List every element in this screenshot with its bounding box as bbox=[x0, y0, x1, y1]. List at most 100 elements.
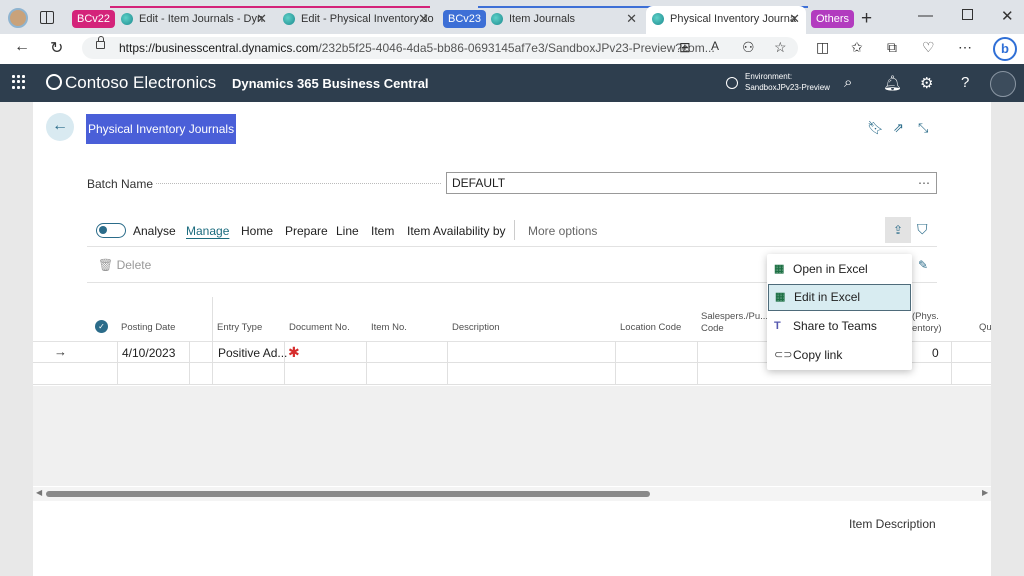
required-field-icon: ✱ bbox=[288, 344, 300, 360]
action-item[interactable]: Item bbox=[371, 224, 394, 238]
tab-close-icon[interactable]: ✕ bbox=[626, 6, 637, 32]
tab-physical-inventory-journals[interactable]: Physical Inventory Journa ✕ bbox=[646, 6, 806, 34]
analyse-toggle[interactable] bbox=[96, 223, 126, 238]
collections-icon[interactable]: ⧉ bbox=[887, 39, 897, 56]
empty-grid-area bbox=[33, 386, 991, 486]
col-document-no[interactable]: Document No. bbox=[289, 322, 350, 334]
cell-entry-type[interactable]: Positive Ad... bbox=[218, 346, 287, 360]
share-icon[interactable]: ⇪ bbox=[885, 217, 911, 243]
browser-essentials-icon[interactable]: ♡ bbox=[922, 39, 935, 56]
new-tab-icon[interactable]: + bbox=[861, 8, 872, 30]
col-description[interactable]: Description bbox=[452, 322, 500, 334]
col-qty-phys-inventory[interactable]: (Phys. entory) bbox=[912, 311, 942, 335]
open-new-window-icon[interactable]: ⇗ bbox=[893, 120, 904, 136]
app-launcher-icon[interactable] bbox=[12, 75, 26, 89]
trash-icon: 🗑︎ bbox=[98, 258, 117, 272]
cell-posting-date[interactable]: 4/10/2023 bbox=[122, 346, 175, 360]
left-gutter bbox=[0, 102, 33, 576]
batch-name-field[interactable]: DEFAULT ⋯ bbox=[446, 172, 937, 194]
batch-name-label: Batch Name bbox=[87, 177, 154, 191]
menu-share-to-teams[interactable]: T Share to Teams bbox=[768, 313, 911, 340]
tab-close-icon[interactable]: ✕ bbox=[789, 6, 800, 32]
col-entry-type[interactable]: Entry Type bbox=[217, 322, 262, 334]
col-salesperson[interactable]: Salespers./Pu... Code bbox=[701, 311, 768, 335]
column-divider bbox=[951, 341, 952, 385]
business-central-favicon-icon bbox=[491, 13, 503, 25]
lock-icon[interactable] bbox=[96, 36, 105, 49]
pin-icon[interactable]: ✎ bbox=[918, 258, 928, 272]
batch-lookup-icon[interactable]: ⋯ bbox=[918, 173, 930, 193]
scroll-right-icon[interactable]: ▶ bbox=[982, 488, 988, 497]
column-divider bbox=[212, 341, 213, 385]
read-aloud-icon[interactable]: A bbox=[711, 39, 719, 53]
environment-icon bbox=[726, 77, 738, 89]
share-person-icon[interactable]: ⚇ bbox=[742, 39, 755, 56]
maximize-icon[interactable] bbox=[962, 9, 973, 20]
settings-more-icon[interactable]: ⋯ bbox=[958, 39, 972, 56]
environment-info[interactable]: Environment: SandboxJPv23-Preview bbox=[745, 71, 830, 93]
col-qu[interactable]: Qu bbox=[979, 322, 992, 334]
filter-icon[interactable]: ⛉ bbox=[917, 221, 928, 238]
bookmark-icon[interactable]: 🔖︎ bbox=[867, 120, 884, 136]
scroll-left-icon[interactable]: ◀ bbox=[36, 488, 42, 497]
user-avatar[interactable] bbox=[990, 71, 1016, 97]
action-manage[interactable]: Manage bbox=[186, 224, 229, 238]
menu-copy-link[interactable]: ⊂⊃ Copy link bbox=[768, 342, 911, 369]
tab-group-others[interactable]: Others bbox=[811, 10, 855, 28]
column-divider bbox=[447, 341, 448, 385]
minimize-icon[interactable]: — bbox=[918, 7, 933, 24]
action-home[interactable]: Home bbox=[241, 224, 273, 238]
action-separator bbox=[514, 220, 515, 240]
notifications-bell-icon[interactable]: 🔔︎ bbox=[883, 74, 902, 92]
back-icon[interactable]: ← bbox=[14, 38, 30, 56]
back-arrow-icon[interactable]: ← bbox=[46, 113, 74, 141]
split-screen-icon[interactable]: ◫ bbox=[816, 39, 829, 56]
menu-edit-in-excel[interactable]: ▦ Edit in Excel bbox=[768, 284, 911, 311]
page-title: Physical Inventory Journals bbox=[86, 114, 237, 144]
tab-close-icon[interactable]: ✕ bbox=[256, 6, 267, 32]
delete-button[interactable]: 🗑︎ Delete bbox=[98, 258, 151, 272]
action-line[interactable]: Line bbox=[336, 224, 359, 238]
tab-actions-icon[interactable] bbox=[40, 11, 54, 24]
company-logo-icon bbox=[46, 74, 62, 90]
col-item-no[interactable]: Item No. bbox=[371, 322, 407, 334]
col-posting-date[interactable]: Posting Date bbox=[121, 322, 175, 334]
more-options[interactable]: More options bbox=[528, 224, 597, 238]
url-text[interactable]: https://businesscentral.dynamics.com/232… bbox=[119, 41, 715, 55]
business-central-favicon-icon bbox=[283, 13, 295, 25]
cell-qty-phys-inventory[interactable]: 0 bbox=[932, 346, 939, 360]
scrollbar-thumb[interactable] bbox=[46, 491, 650, 497]
company-logo[interactable]: Contoso Electronics bbox=[46, 73, 216, 93]
settings-gear-icon[interactable]: ⚙ bbox=[920, 74, 933, 92]
collapse-icon[interactable]: ⤡ bbox=[918, 120, 928, 136]
favorites-icon[interactable]: ✩ bbox=[851, 39, 863, 56]
search-icon[interactable]: ⌕ bbox=[844, 74, 852, 91]
window-close-icon[interactable]: ✕ bbox=[1001, 7, 1014, 25]
business-central-favicon-icon bbox=[652, 13, 664, 25]
app-available-icon[interactable]: ⊞ bbox=[679, 39, 691, 56]
right-gutter bbox=[991, 102, 1024, 576]
tab-edit-item-journals[interactable]: Edit - Item Journals - Dyn ✕ bbox=[115, 6, 273, 34]
column-divider bbox=[615, 341, 616, 385]
select-all-check-icon[interactable]: ✓ bbox=[95, 320, 108, 333]
row-indicator-arrow-icon: → bbox=[54, 344, 67, 359]
refresh-icon[interactable]: ↻ bbox=[50, 38, 63, 58]
tab-group-bcv23[interactable]: BCv23 bbox=[443, 10, 487, 28]
action-item-availability[interactable]: Item Availability by bbox=[407, 224, 506, 238]
tab-close-icon[interactable]: ✕ bbox=[418, 6, 429, 32]
tab-item-journals[interactable]: Item Journals ✕ bbox=[485, 6, 643, 34]
analyse-label[interactable]: Analyse bbox=[133, 224, 176, 238]
excel-icon: ▦ bbox=[775, 291, 786, 303]
col-location-code[interactable]: Location Code bbox=[620, 322, 681, 334]
favorite-star-icon[interactable]: ☆ bbox=[774, 39, 787, 56]
action-bar-divider bbox=[87, 246, 937, 247]
business-central-favicon-icon bbox=[121, 13, 133, 25]
tab-group-bcv22[interactable]: BCv22 bbox=[72, 10, 116, 28]
column-divider bbox=[117, 341, 118, 385]
tab-edit-physical-inventory[interactable]: Edit - Physical Inventory Jo ✕ bbox=[277, 6, 435, 34]
help-icon[interactable]: ? bbox=[961, 74, 969, 91]
menu-open-in-excel[interactable]: ▦ Open in Excel bbox=[768, 256, 911, 283]
action-prepare[interactable]: Prepare bbox=[285, 224, 328, 238]
bing-copilot-icon[interactable]: b bbox=[993, 37, 1017, 61]
profile-avatar-icon[interactable] bbox=[8, 8, 28, 28]
